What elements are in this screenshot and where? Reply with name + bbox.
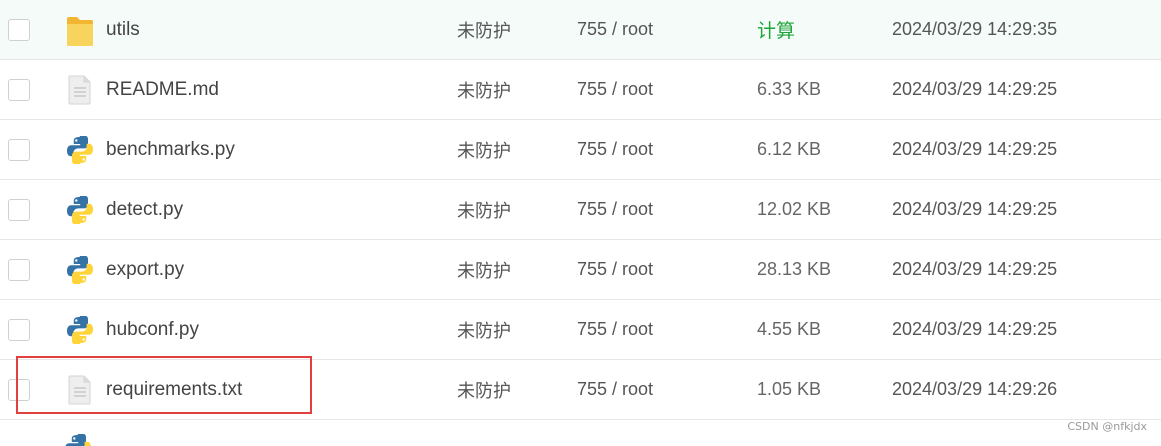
text-file-icon	[64, 60, 96, 119]
file-size: 6.33 KB	[757, 79, 822, 99]
modified-time: 2024/03/29 14:29:25	[892, 199, 1058, 219]
python-file-icon	[64, 240, 96, 299]
protection-status: 未防护	[457, 200, 511, 221]
table-row[interactable]: export.py 未防护 755 / root 28.13 KB 2024/03/29…	[0, 240, 1161, 300]
row-checkbox[interactable]	[8, 78, 30, 101]
protection-status: 未防护	[457, 80, 511, 101]
modified-time: 2024/03/29 14:29:26	[892, 379, 1058, 399]
file-size: 12.02 KB	[757, 199, 832, 219]
file-name[interactable]: benchmarks.py	[106, 120, 235, 179]
table-row[interactable]: benchmarks.py 未防护 755 / root 6.12 KB 2024/03…	[0, 120, 1161, 180]
modified-time: 2024/03/29 14:29:25	[892, 79, 1058, 99]
permission[interactable]: 755 / root	[577, 360, 653, 419]
row-checkbox[interactable]	[8, 18, 30, 41]
python-file-icon	[64, 120, 96, 179]
file-name[interactable]: detect.py	[106, 180, 183, 239]
file-size: 4.55 KB	[757, 319, 822, 339]
file-name[interactable]: README.md	[106, 60, 219, 119]
file-size: 1.05 KB	[757, 379, 822, 399]
python-file-icon	[64, 434, 96, 446]
protection-status: 未防护	[457, 140, 511, 161]
permission[interactable]: 755 / root	[577, 120, 653, 179]
protection-status: 未防护	[457, 20, 511, 41]
row-checkbox-cell	[8, 0, 30, 59]
protection-status: 未防护	[457, 380, 511, 401]
permission[interactable]: 755 / root	[577, 240, 653, 299]
permission[interactable]: 755 / root	[577, 60, 653, 119]
row-checkbox-cell	[8, 120, 30, 179]
table-row[interactable]: requirements.txt 未防护 755 / root 1.05 KB 2024…	[0, 360, 1161, 420]
row-checkbox-cell	[8, 300, 30, 359]
file-table: utils 未防护 755 / root 计算 2024/03/29 14:29:35 R…	[0, 0, 1161, 420]
file-name[interactable]: export.py	[106, 240, 184, 299]
protection-status: 未防护	[457, 260, 511, 281]
row-checkbox[interactable]	[8, 258, 30, 281]
modified-time: 2024/03/29 14:29:35	[892, 19, 1058, 39]
permission[interactable]: 755 / root	[577, 300, 653, 359]
row-checkbox-cell	[8, 240, 30, 299]
protection-status: 未防护	[457, 320, 511, 341]
file-name[interactable]: utils	[106, 0, 140, 59]
file-size: 6.12 KB	[757, 139, 822, 159]
modified-time: 2024/03/29 14:29:25	[892, 319, 1058, 339]
watermark: CSDN @nfkjdx	[1067, 420, 1147, 433]
file-size: 28.13 KB	[757, 259, 832, 279]
python-file-icon	[64, 180, 96, 239]
table-row[interactable]: detect.py 未防护 755 / root 12.02 KB 2024/03/29…	[0, 180, 1161, 240]
row-checkbox-cell	[8, 60, 30, 119]
row-checkbox[interactable]	[8, 318, 30, 341]
table-row[interactable]: hubconf.py 未防护 755 / root 4.55 KB 2024/03/29…	[0, 300, 1161, 360]
row-checkbox[interactable]	[8, 138, 30, 161]
row-checkbox-cell	[8, 180, 30, 239]
calculate-size-link[interactable]: 计算	[757, 0, 795, 59]
row-checkbox[interactable]	[8, 198, 30, 221]
file-name[interactable]: hubconf.py	[106, 300, 199, 359]
text-file-icon	[64, 360, 96, 419]
python-file-icon	[64, 300, 96, 359]
modified-time: 2024/03/29 14:29:25	[892, 139, 1058, 159]
folder-icon	[64, 0, 96, 59]
row-checkbox[interactable]	[8, 378, 30, 401]
modified-time: 2024/03/29 14:29:25	[892, 259, 1058, 279]
permission[interactable]: 755 / root	[577, 180, 653, 239]
file-name[interactable]: requirements.txt	[106, 360, 242, 419]
permission[interactable]: 755 / root	[577, 0, 653, 59]
table-row[interactable]: utils 未防护 755 / root 计算 2024/03/29 14:29:35	[0, 0, 1161, 60]
row-checkbox-cell	[8, 360, 30, 419]
table-row[interactable]: README.md 未防护 755 / root 6.33 KB 2024/03/29 …	[0, 60, 1161, 120]
